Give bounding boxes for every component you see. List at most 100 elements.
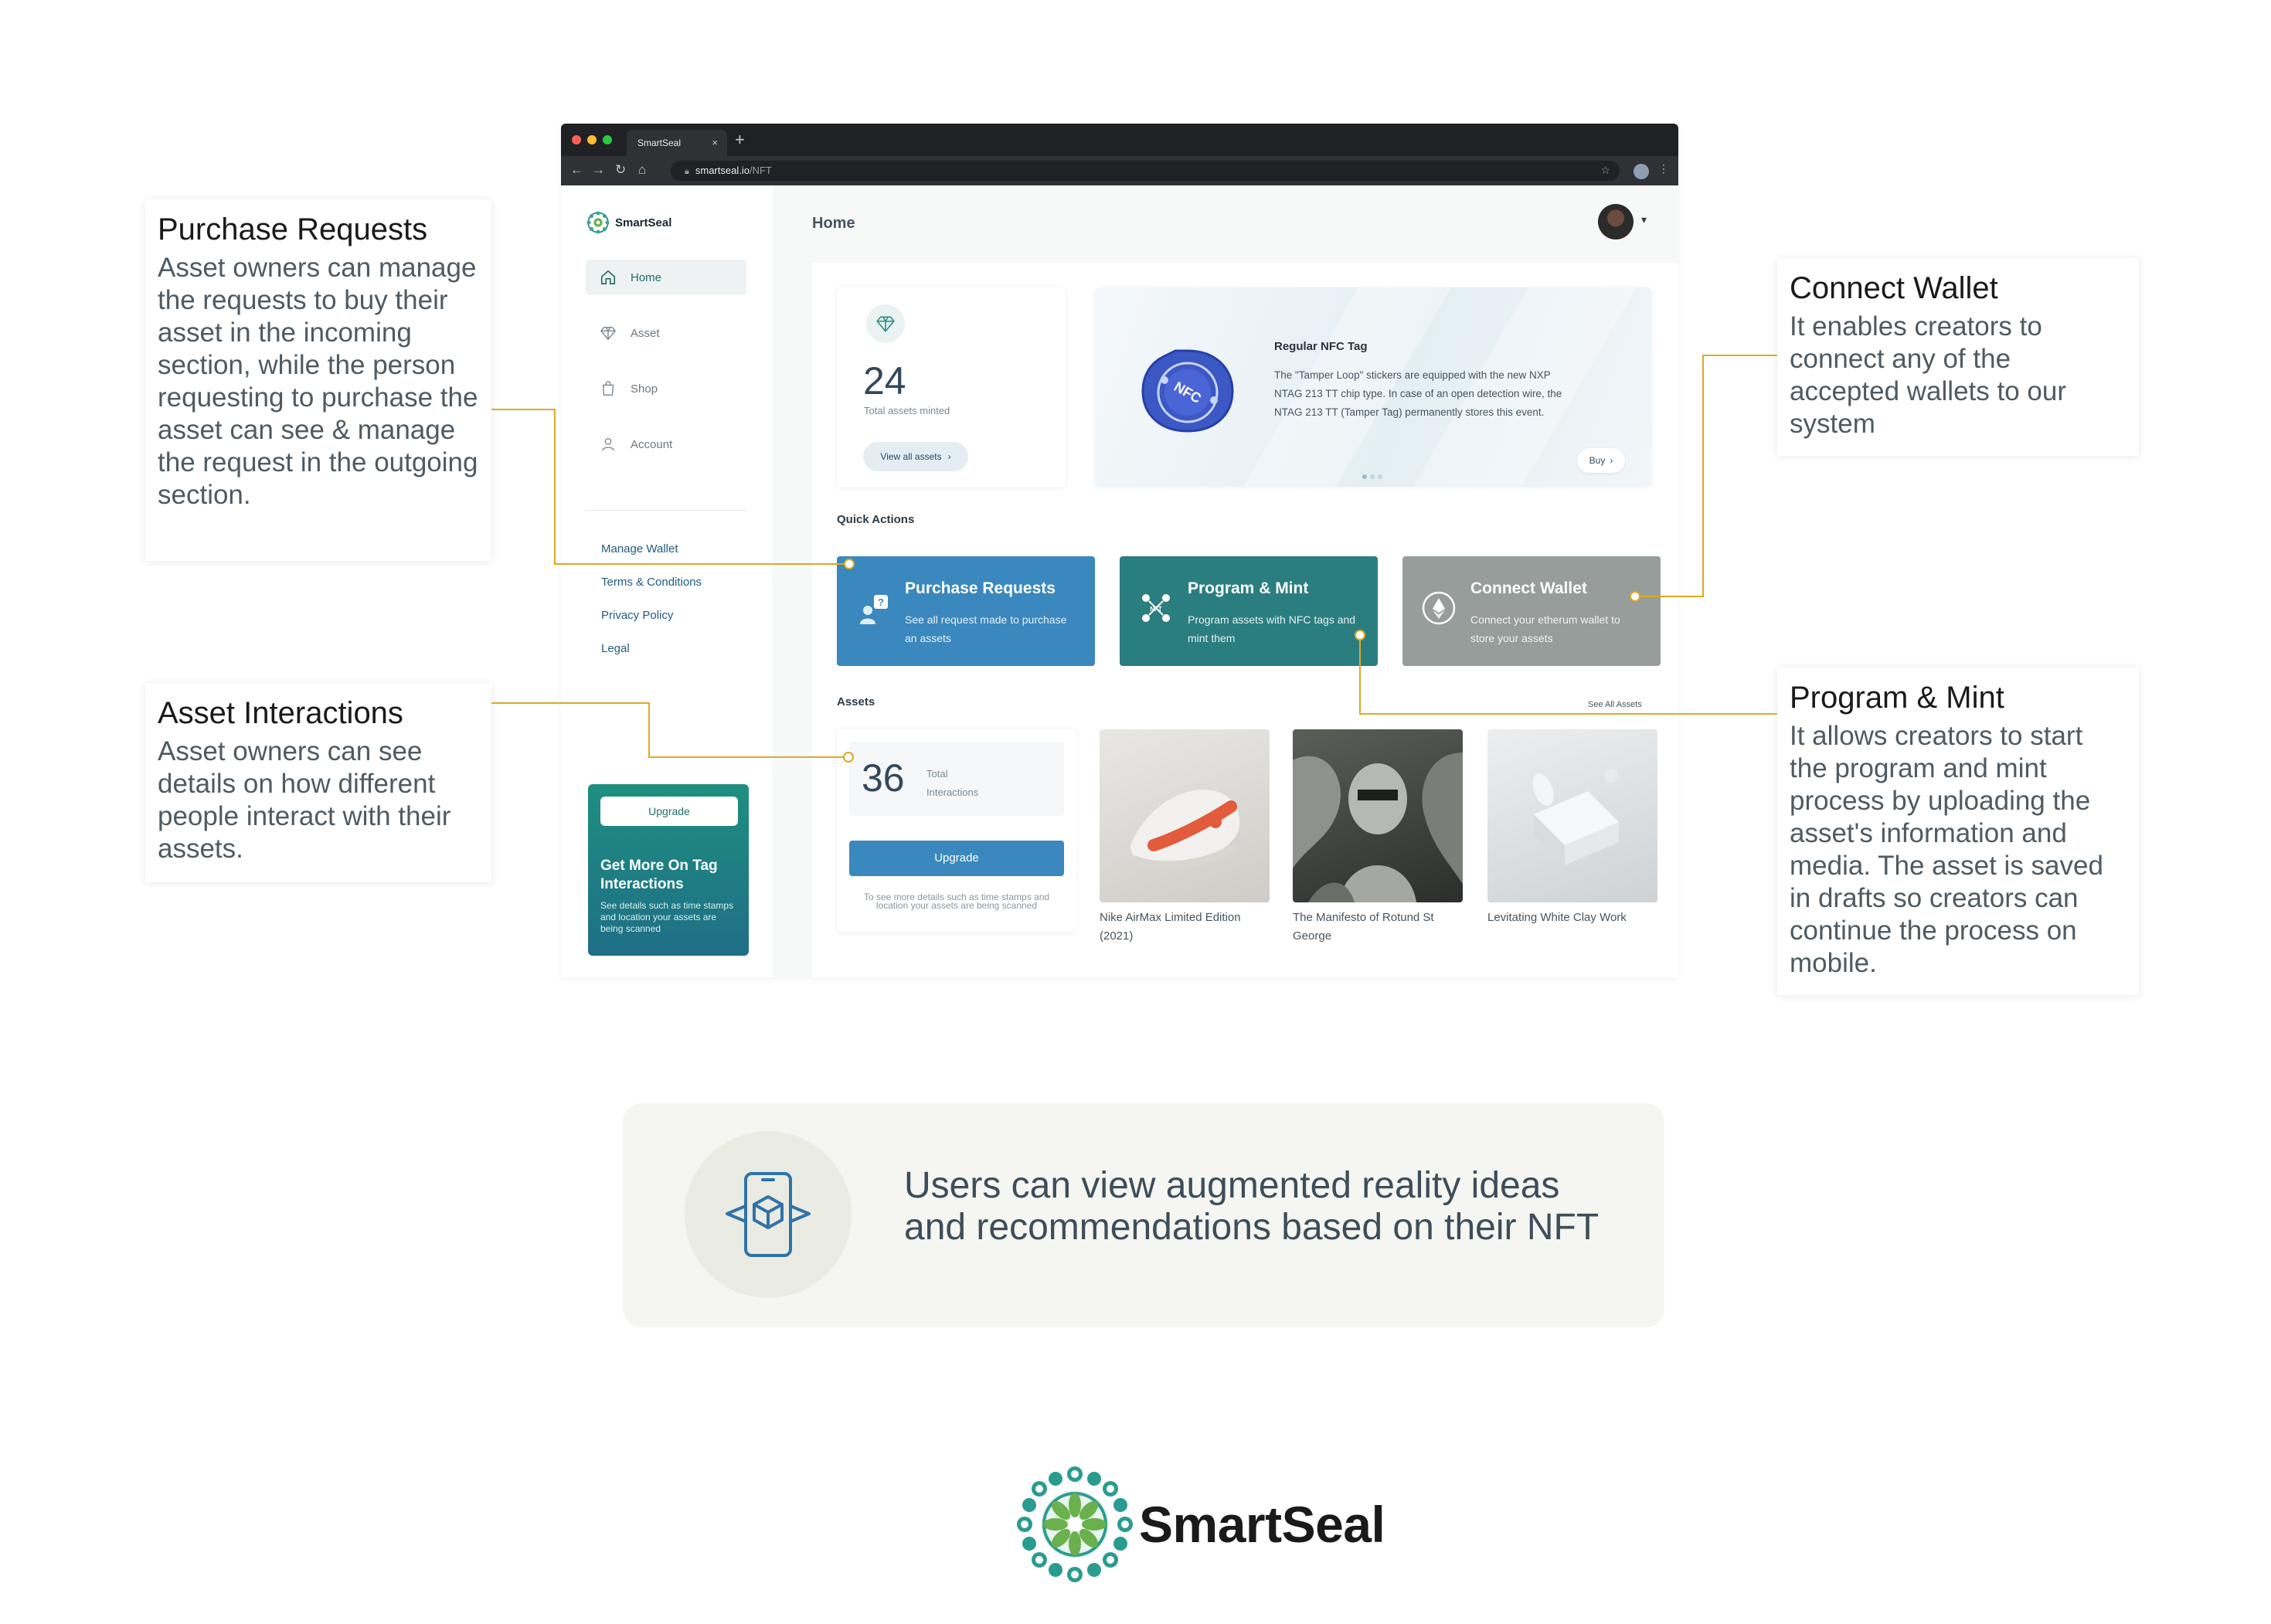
interactions-note: To see more details such as time stamps … — [863, 892, 1050, 911]
new-tab-icon[interactable]: + — [735, 130, 745, 150]
sidebar-logo[interactable]: SmartSeal — [586, 210, 671, 235]
url-path: /NFT — [749, 165, 772, 176]
carousel-dot[interactable] — [1370, 474, 1375, 479]
address-bar[interactable]: 🔒︎ smartseal.io/NFT ☆ — [671, 161, 1620, 181]
upgrade-button[interactable]: Upgrade — [600, 797, 738, 826]
legal-link[interactable]: Legal — [601, 642, 630, 655]
privacy-policy-link[interactable]: Privacy Policy — [601, 609, 673, 622]
callout-title: Connect Wallet — [1790, 271, 1998, 305]
card-desc: See all request made to purchase an asse… — [905, 613, 1067, 644]
smartseal-logo-icon — [1017, 1466, 1133, 1582]
carousel-dot[interactable] — [1378, 474, 1382, 479]
avatar[interactable] — [1598, 204, 1634, 240]
card-title: Purchase Requests — [905, 579, 1056, 597]
sidebar-item-home[interactable]: Home — [586, 260, 746, 295]
ar-icon-circle — [685, 1131, 852, 1298]
back-icon[interactable]: ← — [570, 162, 583, 178]
interactions-stat: 36 Total Interactions — [849, 742, 1064, 816]
main-area: Home ▾ 24 Total assets minted View all a… — [773, 185, 1678, 977]
reload-icon[interactable]: ↻ — [615, 162, 626, 178]
callout-title: Asset Interactions — [158, 696, 403, 730]
diamond-icon — [600, 326, 616, 340]
callout-desc: It allows creators to start the program … — [1790, 721, 2103, 978]
tab-title: SmartSeal — [637, 138, 682, 148]
upgrade-promo-desc: See details such as time stamps and loca… — [600, 900, 734, 934]
browser-window: SmartSeal × + ← → ↻ ⌂ 🔒︎ smartseal.io/NFT… — [561, 124, 1678, 977]
assets-heading: Assets — [837, 695, 875, 708]
view-all-assets-button[interactable]: View all assets › — [863, 442, 968, 471]
manage-wallet-link[interactable]: Manage Wallet — [601, 542, 678, 555]
svg-text:?: ? — [878, 596, 884, 608]
card-title: Program & Mint — [1188, 579, 1309, 597]
clay-sculpture-image — [1487, 729, 1657, 902]
interactions-count: 36 — [862, 756, 905, 800]
asset-item-clay-work[interactable]: Levitating White Clay Work — [1487, 729, 1657, 927]
minimize-window-dot[interactable] — [587, 135, 597, 144]
terms-link[interactable]: Terms & Conditions — [601, 576, 702, 589]
card-title: Connect Wallet — [1470, 579, 1587, 597]
connect-wallet-card[interactable]: Connect Wallet Connect your etherum wall… — [1402, 556, 1661, 666]
asset-caption: The Manifesto of Rotund St George — [1293, 911, 1434, 943]
asset-item-nike-airmax[interactable]: Nike AirMax Limited Edition (2021) — [1100, 729, 1270, 946]
bookmark-star-icon[interactable]: ☆ — [1600, 164, 1610, 177]
chevron-down-icon[interactable]: ▾ — [1641, 213, 1647, 226]
callout-program-mint: Program & Mint It allows creators to sta… — [1777, 668, 2139, 995]
browser-tab[interactable]: SmartSeal × — [627, 130, 727, 156]
brand-name: SmartSeal — [1139, 1496, 1385, 1553]
button-label: Buy — [1589, 455, 1606, 466]
brand-name: SmartSeal — [615, 216, 672, 229]
ar-phone-icon — [726, 1172, 811, 1257]
browser-menu-icon[interactable]: ⋮ — [1658, 162, 1669, 175]
callout-connect-wallet: Connect Wallet It enables creators to co… — [1777, 258, 2139, 456]
upgrade-interactions-button[interactable]: Upgrade — [849, 841, 1064, 876]
nfc-banner-title: Regular NFC Tag — [1274, 340, 1368, 353]
interactions-label: Total Interactions — [926, 768, 979, 798]
sidebar-item-asset[interactable]: Asset — [586, 315, 746, 351]
interactions-card: 36 Total Interactions Upgrade To see mor… — [837, 729, 1076, 932]
callout-purchase-requests: Purchase Requests Asset owners can manag… — [145, 199, 491, 561]
ethereum-icon — [1422, 591, 1456, 625]
callout-desc: Asset owners can see details on how diff… — [158, 736, 451, 864]
callout-desc: Asset owners can manage the requests to … — [158, 253, 478, 510]
browser-profile-avatar[interactable] — [1634, 164, 1649, 179]
sidebar-item-shop[interactable]: Shop — [586, 371, 746, 406]
assets-minted-card: 24 Total assets minted View all assets › — [837, 287, 1066, 487]
see-all-assets-link[interactable]: See All Assets — [1588, 700, 1642, 709]
program-mint-icon: NFT — [1142, 594, 1170, 622]
ar-banner-text: Users can view augmented reality ideas a… — [904, 1165, 1600, 1248]
callout-asset-interactions: Asset Interactions Asset owners can see … — [145, 683, 491, 882]
home-icon — [600, 270, 616, 285]
browser-tab-strip: SmartSeal × + — [561, 124, 1678, 156]
program-mint-card[interactable]: NFT Program & Mint Program assets with N… — [1120, 556, 1378, 666]
page-title: Home — [812, 215, 855, 232]
asset-caption: Levitating White Clay Work — [1487, 911, 1627, 924]
card-desc: Connect your etherum wallet to store you… — [1470, 613, 1620, 644]
asset-caption: Nike AirMax Limited Edition (2021) — [1100, 911, 1241, 943]
purchase-requests-card[interactable]: ? Purchase Requests See all request made… — [837, 556, 1095, 666]
asset-item-manifesto[interactable]: The Manifesto of Rotund St George — [1293, 729, 1463, 946]
card-desc: Program assets with NFC tags and mint th… — [1188, 613, 1356, 644]
assets-minted-label: Total assets minted — [864, 405, 950, 416]
sidebar-item-account[interactable]: Account — [586, 426, 746, 462]
carousel-dot[interactable] — [1362, 474, 1367, 479]
nfc-tag-banner: NFC Regular NFC Tag The "Tamper Loop" st… — [1095, 287, 1651, 487]
callout-desc: It enables creators to connect any of th… — [1790, 311, 2066, 439]
dashboard-content: 24 Total assets minted View all assets ›… — [812, 263, 1678, 977]
tab-close-icon[interactable]: × — [712, 137, 718, 148]
svg-text:NFT: NFT — [1150, 606, 1162, 613]
user-icon — [601, 437, 615, 451]
upgrade-promo-card: Upgrade Get More On Tag Interactions See… — [588, 784, 749, 956]
close-window-dot[interactable] — [572, 135, 581, 144]
home-browser-icon[interactable]: ⌂ — [638, 162, 646, 178]
url-host: smartseal.io — [695, 165, 750, 176]
sidebar-item-label: Asset — [631, 326, 660, 340]
upgrade-promo-title: Get More On Tag Interactions — [600, 858, 718, 892]
smartseal-logo-icon — [586, 211, 610, 234]
sidebar: SmartSeal Home Asset Shop Account Manage… — [561, 185, 773, 977]
nfc-banner-desc: The "Tamper Loop" stickers are equipped … — [1274, 369, 1562, 418]
sneaker-image — [1100, 729, 1270, 902]
forward-icon[interactable]: → — [592, 162, 605, 178]
diamond-icon — [866, 304, 905, 343]
buy-button[interactable]: Buy › — [1577, 448, 1625, 473]
maximize-window-dot[interactable] — [603, 135, 612, 144]
